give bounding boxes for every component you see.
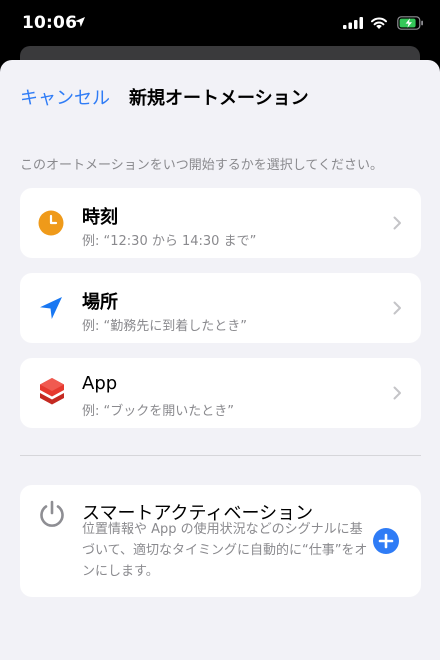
trigger-subtitle: 例: “12:30 から 14:30 まで” [82,234,257,249]
location-services-icon [75,17,85,27]
trigger-time-row[interactable]: 時刻 例: “12:30 から 14:30 まで” [20,188,421,258]
cancel-button[interactable]: キャンセル [20,84,110,110]
trigger-title: App [82,373,118,394]
status-bar: 10:06 [0,0,440,46]
trigger-title: 時刻 [82,207,118,228]
battery-charging-icon [397,16,423,30]
power-icon [40,500,64,527]
new-automation-sheet: キャンセル 新規オートメーション このオートメーションをいつ開始するかを選択して… [0,60,440,660]
trigger-location-row[interactable]: 場所 例: “勤務先に到着したとき” [20,273,421,343]
trigger-subtitle: 例: “勤務先に到着したとき” [82,319,247,334]
section-hint: このオートメーションをいつ開始するかを選択してください。 [20,158,383,173]
section-divider [20,455,421,456]
location-arrow-icon [40,297,62,319]
status-time: 10:06 [22,13,78,33]
chevron-right-icon [393,301,401,315]
trigger-subtitle: 例: “ブックを開いたとき” [82,404,234,419]
page-title: 新規オートメーション [129,88,309,109]
trigger-title: 場所 [82,292,118,313]
chevron-right-icon [393,386,401,400]
clock-icon [38,210,64,236]
wifi-icon [371,17,387,29]
app-stack-icon [40,378,64,405]
smart-activation-description: 位置情報や App の使用状況などのシグナルに基づいて、適切なタイミングに自動的… [82,522,368,579]
trigger-app-row[interactable]: App 例: “ブックを開いたとき” [20,358,421,428]
chevron-right-icon [393,216,401,230]
plus-circle-icon[interactable] [372,527,400,555]
cellular-signal-icon [343,17,363,29]
smart-activation-card: スマートアクティベーション 位置情報や App の使用状況などのシグナルに基づい… [20,485,421,597]
